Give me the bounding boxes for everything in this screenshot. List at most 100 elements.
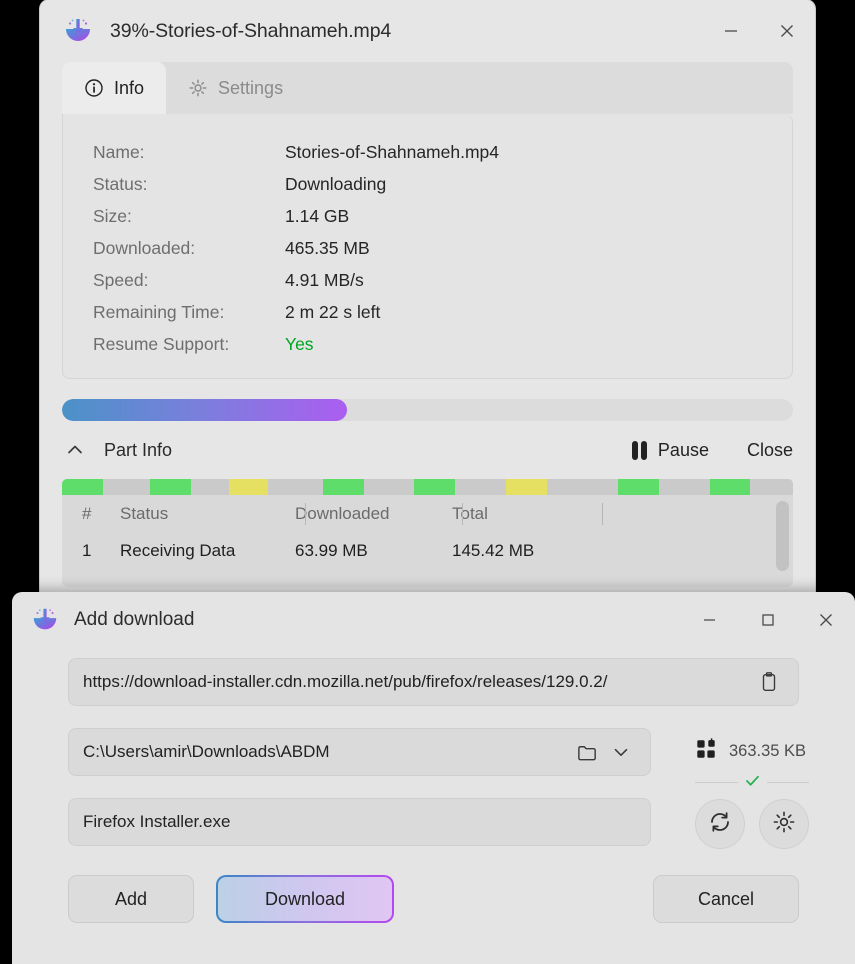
add-dialog-mid-row: C:\Users\amir\Downloads\ABDM Firefox Ins…	[68, 728, 809, 849]
save-path-value: C:\Users\amir\Downloads\ABDM	[83, 742, 330, 761]
maximize-icon[interactable]	[739, 592, 797, 648]
abdm-download-logo-icon	[30, 605, 60, 635]
close-download-button[interactable]: Close	[747, 440, 793, 461]
info-label-downloaded: Downloaded:	[93, 237, 196, 258]
column-divider	[305, 503, 306, 525]
file-size-info: 363.35 KB	[695, 734, 809, 768]
add-dialog-body: https://download-installer.cdn.mozilla.n…	[12, 648, 855, 849]
settings-button[interactable]	[759, 799, 809, 849]
column-divider	[462, 503, 463, 525]
size-verified-divider	[695, 774, 809, 790]
info-value-resume-support: Yes	[285, 333, 314, 354]
part-segment-track	[190, 479, 230, 495]
close-icon[interactable]	[759, 0, 815, 62]
column-header-total: Total	[452, 504, 488, 523]
part-segment-green	[62, 479, 103, 495]
details-window-title: 39%-Stories-of-Shahnameh.mp4	[110, 19, 392, 42]
part-segment-track	[102, 479, 150, 495]
folder-icon[interactable]	[570, 735, 604, 769]
info-label-status: Status:	[93, 173, 148, 194]
check-icon	[744, 772, 761, 792]
url-input[interactable]: https://download-installer.cdn.mozilla.n…	[68, 658, 799, 706]
add-parts-grid-icon	[695, 737, 717, 765]
part-info-label: Part Info	[104, 439, 173, 460]
save-path-input[interactable]: C:\Users\amir\Downloads\ABDM	[68, 728, 651, 776]
info-label-resume-support: Resume Support:	[93, 333, 230, 354]
add-download-dialog: Add download https://download-installer.…	[12, 592, 855, 964]
tab-settings-label: Settings	[218, 77, 284, 98]
download-button[interactable]: Download	[216, 875, 394, 923]
info-circle-icon	[84, 78, 104, 98]
info-row-speed: Speed: 4.91 MB/s	[63, 264, 792, 296]
part-segment-track	[750, 479, 793, 495]
pause-icon	[631, 440, 647, 460]
tab-info[interactable]: Info	[62, 62, 167, 114]
part-segment-green	[618, 479, 660, 495]
table-header-row: # Status Downloaded Total	[72, 495, 793, 533]
pause-button[interactable]: Pause	[631, 440, 709, 461]
cell-status: Receiving Data	[120, 541, 236, 560]
tab-settings[interactable]: Settings	[166, 62, 305, 114]
part-segment-green	[414, 479, 456, 495]
cell-downloaded: 63.99 MB	[295, 541, 368, 560]
add-dialog-footer: Add Download Cancel	[12, 849, 855, 923]
part-segment-track	[268, 479, 323, 495]
info-label-name: Name:	[93, 141, 145, 162]
add-dialog-window-controls	[681, 592, 855, 648]
part-segment-yellow	[229, 479, 269, 495]
info-row-name: Name: Stories-of-Shahnameh.mp4	[63, 136, 792, 168]
filename-value: Firefox Installer.exe	[83, 812, 231, 831]
part-segment-yellow	[505, 479, 547, 495]
info-label-speed: Speed:	[93, 269, 149, 290]
gear-icon	[188, 78, 208, 98]
column-header-downloaded: Downloaded	[295, 504, 390, 523]
column-header-status: Status	[120, 504, 169, 523]
add-dialog-titlebar: Add download	[12, 592, 855, 648]
add-dialog-side-panel: 363.35 KB	[651, 728, 809, 849]
column-divider	[602, 503, 603, 525]
info-row-size: Size: 1.14 GB	[63, 200, 792, 232]
part-segment-green	[149, 479, 191, 495]
info-label-size: Size:	[93, 205, 132, 226]
info-label-remaining-time: Remaining Time:	[93, 301, 225, 322]
tab-info-label: Info	[114, 77, 145, 98]
info-value-remaining-time: 2 m 22 s left	[285, 301, 381, 322]
part-info-actions: Pause Close	[631, 440, 793, 461]
column-header-index: #	[82, 504, 92, 523]
chevron-down-icon[interactable]	[604, 735, 638, 769]
part-info-table: # Status Downloaded Total 1 Receiving Da…	[62, 495, 793, 587]
gear-icon	[772, 810, 796, 839]
info-value-downloaded: 465.35 MB	[285, 237, 370, 258]
clipboard-icon[interactable]	[752, 665, 786, 699]
scrollbar-thumb[interactable]	[776, 501, 789, 571]
add-dialog-title: Add download	[74, 609, 195, 630]
minimize-icon[interactable]	[681, 592, 739, 648]
chevron-up-icon[interactable]	[62, 437, 88, 463]
close-icon[interactable]	[797, 592, 855, 648]
add-button[interactable]: Add	[68, 875, 194, 923]
refresh-button[interactable]	[695, 799, 745, 849]
info-row-remaining-time: Remaining Time: 2 m 22 s left	[63, 296, 792, 328]
download-details-window: 39%-Stories-of-Shahnameh.mp4 Info Settin…	[40, 0, 815, 600]
minimize-icon[interactable]	[703, 0, 759, 62]
screen-root: 39%-Stories-of-Shahnameh.mp4 Info Settin…	[0, 0, 855, 964]
info-value-size: 1.14 GB	[285, 205, 350, 226]
cancel-button[interactable]: Cancel	[653, 875, 799, 923]
divider-line-right	[766, 781, 809, 783]
url-input-value: https://download-installer.cdn.mozilla.n…	[83, 672, 608, 691]
cell-total: 145.42 MB	[452, 541, 535, 560]
info-row-downloaded: Downloaded: 465.35 MB	[63, 232, 792, 264]
part-info-header: Part Info Pause Close	[62, 421, 793, 479]
overall-progress-fill	[62, 399, 348, 421]
refresh-icon	[708, 810, 732, 839]
vertical-scrollbar[interactable]	[776, 501, 789, 581]
cell-index: 1	[82, 541, 92, 560]
info-value-status: Downloading	[285, 173, 387, 194]
overall-progress-bar	[62, 399, 793, 421]
download-info-card: Name: Stories-of-Shahnameh.mp4 Status: D…	[62, 114, 793, 379]
info-value-name: Stories-of-Shahnameh.mp4	[285, 141, 499, 162]
divider-line-left	[695, 781, 738, 783]
side-action-buttons	[695, 799, 809, 849]
filename-input[interactable]: Firefox Installer.exe	[68, 798, 651, 846]
table-row[interactable]: 1 Receiving Data 63.99 MB 145.42 MB	[72, 533, 793, 569]
